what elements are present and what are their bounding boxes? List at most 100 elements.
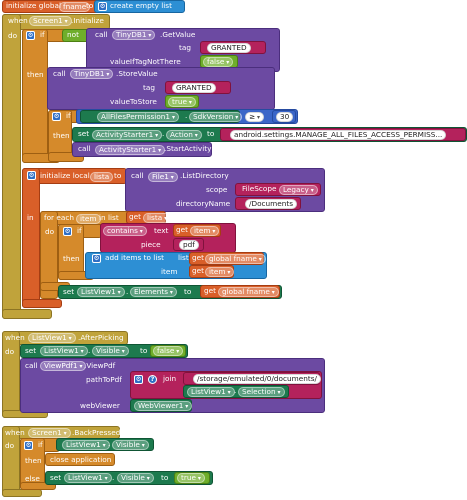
when-label: when [8, 16, 28, 25]
listview-dropdown[interactable]: ListView1 [77, 287, 125, 297]
activitystarter-dropdown[interactable]: ActivityStarter1 [95, 144, 166, 155]
get-global-fname-dropdown[interactable]: global fname [205, 253, 266, 264]
listview-dropdown[interactable]: ListView1 [62, 439, 110, 450]
gear-icon[interactable]: ⚙ [63, 227, 72, 236]
get-label: get [129, 212, 141, 221]
contains-dropdown[interactable]: contains [103, 226, 147, 236]
initialize-event-spine [2, 14, 21, 319]
action-text-field[interactable]: android.settings.MANAGE_ALL_FILES_ACCESS… [230, 129, 447, 140]
gear-icon[interactable]: ⚙ [98, 2, 107, 11]
getvalue-method: .GetValue [160, 30, 196, 39]
join-label: join [163, 374, 177, 383]
initialize-event-foot [2, 309, 52, 319]
do-label: do [5, 441, 15, 450]
file1-dropdown[interactable]: File1 [148, 171, 178, 182]
filescope-label: FileScope [242, 184, 277, 193]
viewpdf-dropdown[interactable]: ViewPdf1 [40, 361, 87, 371]
add-items-label: add items to list [105, 253, 165, 262]
gear-icon[interactable]: ⚙ [26, 31, 35, 40]
close-application-label: close application [50, 455, 112, 464]
do-label: do [5, 347, 15, 356]
in-list-label: in list [99, 213, 119, 222]
visible-property-dropdown[interactable]: Visible [112, 439, 149, 450]
not-label: not [67, 30, 79, 39]
elements-property-dropdown[interactable]: Elements [130, 287, 177, 297]
visible-property-dropdown[interactable]: Visible [117, 473, 154, 483]
compare-operator-dropdown[interactable]: ≥ [245, 111, 265, 122]
get-global-fname-dropdown[interactable]: global fname [218, 286, 279, 297]
tinydb-dropdown[interactable]: TinyDB1 [70, 69, 114, 79]
pdf-text-field[interactable]: pdf [179, 239, 199, 250]
valuetostore-label: valueToStore [110, 97, 157, 106]
granted-text-field[interactable]: GRANTED [207, 42, 251, 53]
then-label: then [27, 70, 44, 79]
foreach-label: for each [44, 213, 74, 222]
event-name: .BackPressed [72, 428, 121, 437]
directoryname-label: directoryName [176, 199, 231, 208]
number-field[interactable]: 30 [276, 111, 294, 122]
scope-label: scope [206, 185, 228, 194]
gear-icon[interactable]: ⚙ [24, 441, 33, 450]
help-icon[interactable]: ? [148, 375, 157, 384]
dot-separator: . [108, 439, 111, 448]
tinydb-dropdown[interactable]: TinyDB1 [112, 30, 156, 40]
dot-separator: . [126, 287, 129, 296]
dot-separator: . [88, 346, 91, 355]
set-label: set [50, 473, 62, 482]
true-dropdown[interactable]: true [168, 96, 196, 107]
listview-dropdown[interactable]: ListView1 [28, 333, 76, 343]
documents-text-field[interactable]: /Documents [245, 198, 298, 209]
gear-icon[interactable]: ⚙ [27, 171, 36, 180]
selection-property-dropdown[interactable]: Selection [238, 386, 285, 397]
screen1-dropdown[interactable]: Screen1 [29, 16, 72, 26]
initialize-local-foot [22, 299, 62, 308]
get-lista-dropdown[interactable]: lista [143, 212, 172, 223]
piece-label: piece [141, 240, 161, 249]
listview-dropdown[interactable]: ListView1 [187, 386, 235, 397]
storage-text-field[interactable]: /storage/emulated/0/documents/ [193, 373, 321, 384]
then-label: then [53, 131, 70, 140]
if-block-spine [22, 29, 48, 163]
afterpicking-event-spine [2, 331, 20, 418]
foreach-var-field[interactable]: item [76, 213, 101, 224]
listdirectory-method: .ListDirectory [180, 171, 229, 180]
when-label: when [5, 333, 25, 342]
screen1-dropdown[interactable]: Screen1 [28, 428, 71, 438]
activitystarter-dropdown[interactable]: ActivityStarter1 [92, 129, 163, 140]
dot-separator: . [112, 473, 115, 482]
get-label: get [192, 266, 204, 275]
gear-icon[interactable]: ⚙ [92, 254, 101, 263]
text-label: text [154, 226, 169, 235]
create-empty-list-label: create empty list [110, 1, 172, 10]
do-label: do [45, 227, 55, 236]
webviewer-label: webViewer [80, 401, 120, 410]
gear-icon[interactable]: ⚙ [52, 112, 61, 121]
listview-dropdown[interactable]: ListView1 [64, 473, 112, 483]
webviewer-dropdown[interactable]: WebViewer1 [134, 400, 193, 411]
true-dropdown[interactable]: true [177, 473, 205, 483]
action-property-dropdown[interactable]: Action [166, 129, 202, 140]
get-item-dropdown[interactable]: item [205, 266, 235, 277]
gear-icon[interactable]: ⚙ [134, 375, 143, 384]
local-name-field[interactable]: lista [90, 171, 114, 182]
false-dropdown[interactable]: false [153, 346, 184, 356]
false-dropdown[interactable]: false [203, 56, 234, 67]
listview-dropdown[interactable]: ListView1 [40, 346, 88, 356]
do-label: do [8, 31, 18, 40]
allfilespermission-dropdown[interactable]: AllFilesPermission1 [97, 111, 179, 122]
to-label: to [161, 473, 169, 482]
get-item-dropdown[interactable]: item [190, 225, 220, 236]
to-label: to [140, 346, 148, 355]
viewpdf-method: .ViewPdf [84, 361, 116, 370]
set-label: set [78, 129, 90, 138]
call-label: call [95, 30, 108, 39]
filescope-dropdown[interactable]: Legacy [279, 184, 318, 195]
visible-property-dropdown[interactable]: Visible [92, 346, 129, 356]
to-label: to [207, 129, 215, 138]
initialize-local-label: initialize local [40, 171, 90, 180]
initialize-local-spine [22, 168, 40, 308]
granted-text-field[interactable]: GRANTED [172, 82, 216, 93]
else-label: else [25, 474, 40, 483]
to-label: to [114, 171, 122, 180]
sdkversion-dropdown[interactable]: SdkVersion [189, 111, 243, 122]
